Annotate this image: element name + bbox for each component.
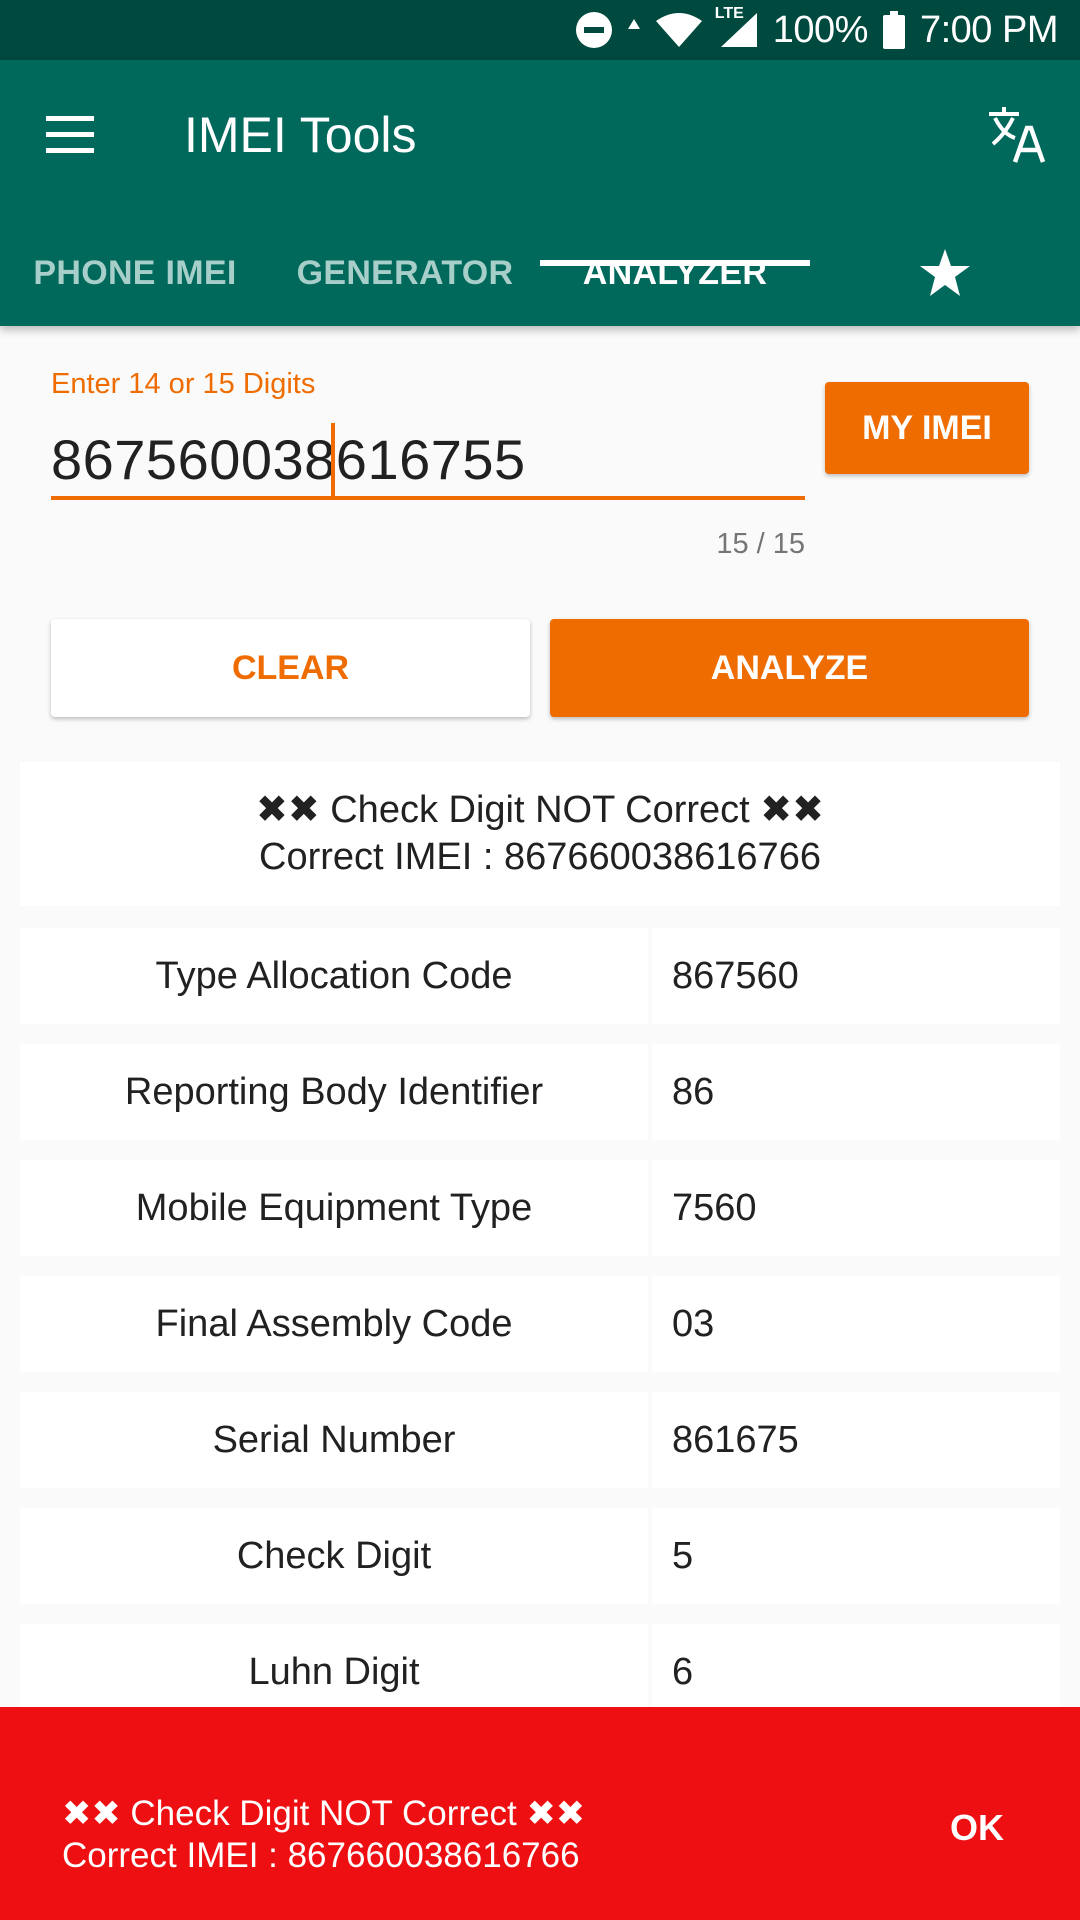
imei-input[interactable] (51, 422, 805, 500)
active-tab-indicator (540, 260, 810, 266)
hamburger-menu-icon[interactable] (46, 116, 96, 156)
analyze-button[interactable]: ANALYZE (550, 619, 1029, 717)
table-row: Reporting Body Identifier 86 (20, 1044, 1060, 1140)
tab-bar: PHONE IMEI GENERATOR ANALYZER (0, 220, 1080, 326)
row-label: Check Digit (20, 1508, 648, 1604)
row-value: 867560 (652, 928, 1060, 1024)
table-row: Serial Number 861675 (20, 1392, 1060, 1488)
error-snackbar: ✖✖ Check Digit NOT Correct ✖✖ Correct IM… (0, 1707, 1080, 1920)
row-label: Type Allocation Code (20, 928, 648, 1024)
tab-phone-imei[interactable]: PHONE IMEI (0, 220, 270, 326)
table-row: Luhn Digit 6 (20, 1624, 1060, 1720)
snackbar-status: ✖✖ Check Digit NOT Correct ✖✖ (62, 1794, 586, 1833)
row-value: 861675 (652, 1392, 1060, 1488)
do-not-disturb-icon (575, 11, 613, 49)
clear-button[interactable]: CLEAR (51, 619, 530, 717)
app-bar: IMEI Tools PHONE IMEI GENERATOR ANALYZER (0, 60, 1080, 326)
character-counter: 15 / 15 (716, 528, 805, 560)
tab-generator[interactable]: GENERATOR (270, 220, 540, 326)
result-correct-imei: Correct IMEI : 867660038616766 (259, 836, 821, 878)
translate-icon[interactable] (985, 104, 1049, 168)
row-value: 03 (652, 1276, 1060, 1372)
snackbar-correct-imei: Correct IMEI : 867660038616766 (62, 1836, 580, 1875)
data-arrow-icon (627, 15, 641, 45)
my-imei-button[interactable]: MY IMEI (825, 382, 1029, 474)
lte-label: LTE (714, 5, 744, 22)
table-row: Mobile Equipment Type 7560 (20, 1160, 1060, 1256)
app-title: IMEI Tools (184, 107, 417, 163)
result-message: ✖✖ Check Digit NOT Correct ✖✖ Correct IM… (20, 762, 1060, 906)
table-row: Type Allocation Code 867560 (20, 928, 1060, 1024)
clock: 7:00 PM (919, 8, 1059, 51)
battery-percent: 100% (772, 8, 869, 51)
result-status: ✖✖ Check Digit NOT Correct ✖✖ (256, 789, 824, 831)
text-cursor (331, 423, 335, 499)
imei-input-label: Enter 14 or 15 Digits (51, 368, 316, 400)
wifi-icon (655, 11, 703, 49)
signal-icon: LTE (715, 5, 759, 49)
row-label: Luhn Digit (20, 1624, 648, 1720)
battery-icon (882, 11, 906, 49)
tab-analyzer[interactable]: ANALYZER (540, 220, 810, 326)
snackbar-message: ✖✖ Check Digit NOT Correct ✖✖ Correct IM… (62, 1793, 585, 1877)
table-row: Check Digit 5 (20, 1508, 1060, 1604)
row-label: Mobile Equipment Type (20, 1160, 648, 1256)
row-label: Serial Number (20, 1392, 648, 1488)
row-value: 86 (652, 1044, 1060, 1140)
status-bar: LTE 100% 7:00 PM (0, 0, 1080, 60)
row-value: 5 (652, 1508, 1060, 1604)
star-icon (920, 249, 970, 296)
table-row: Final Assembly Code 03 (20, 1276, 1060, 1372)
row-value: 6 (652, 1624, 1060, 1720)
tab-favorites[interactable] (810, 220, 1080, 326)
row-label: Reporting Body Identifier (20, 1044, 648, 1140)
snackbar-ok-button[interactable]: OK (950, 1807, 1004, 1849)
row-label: Final Assembly Code (20, 1276, 648, 1372)
row-value: 7560 (652, 1160, 1060, 1256)
